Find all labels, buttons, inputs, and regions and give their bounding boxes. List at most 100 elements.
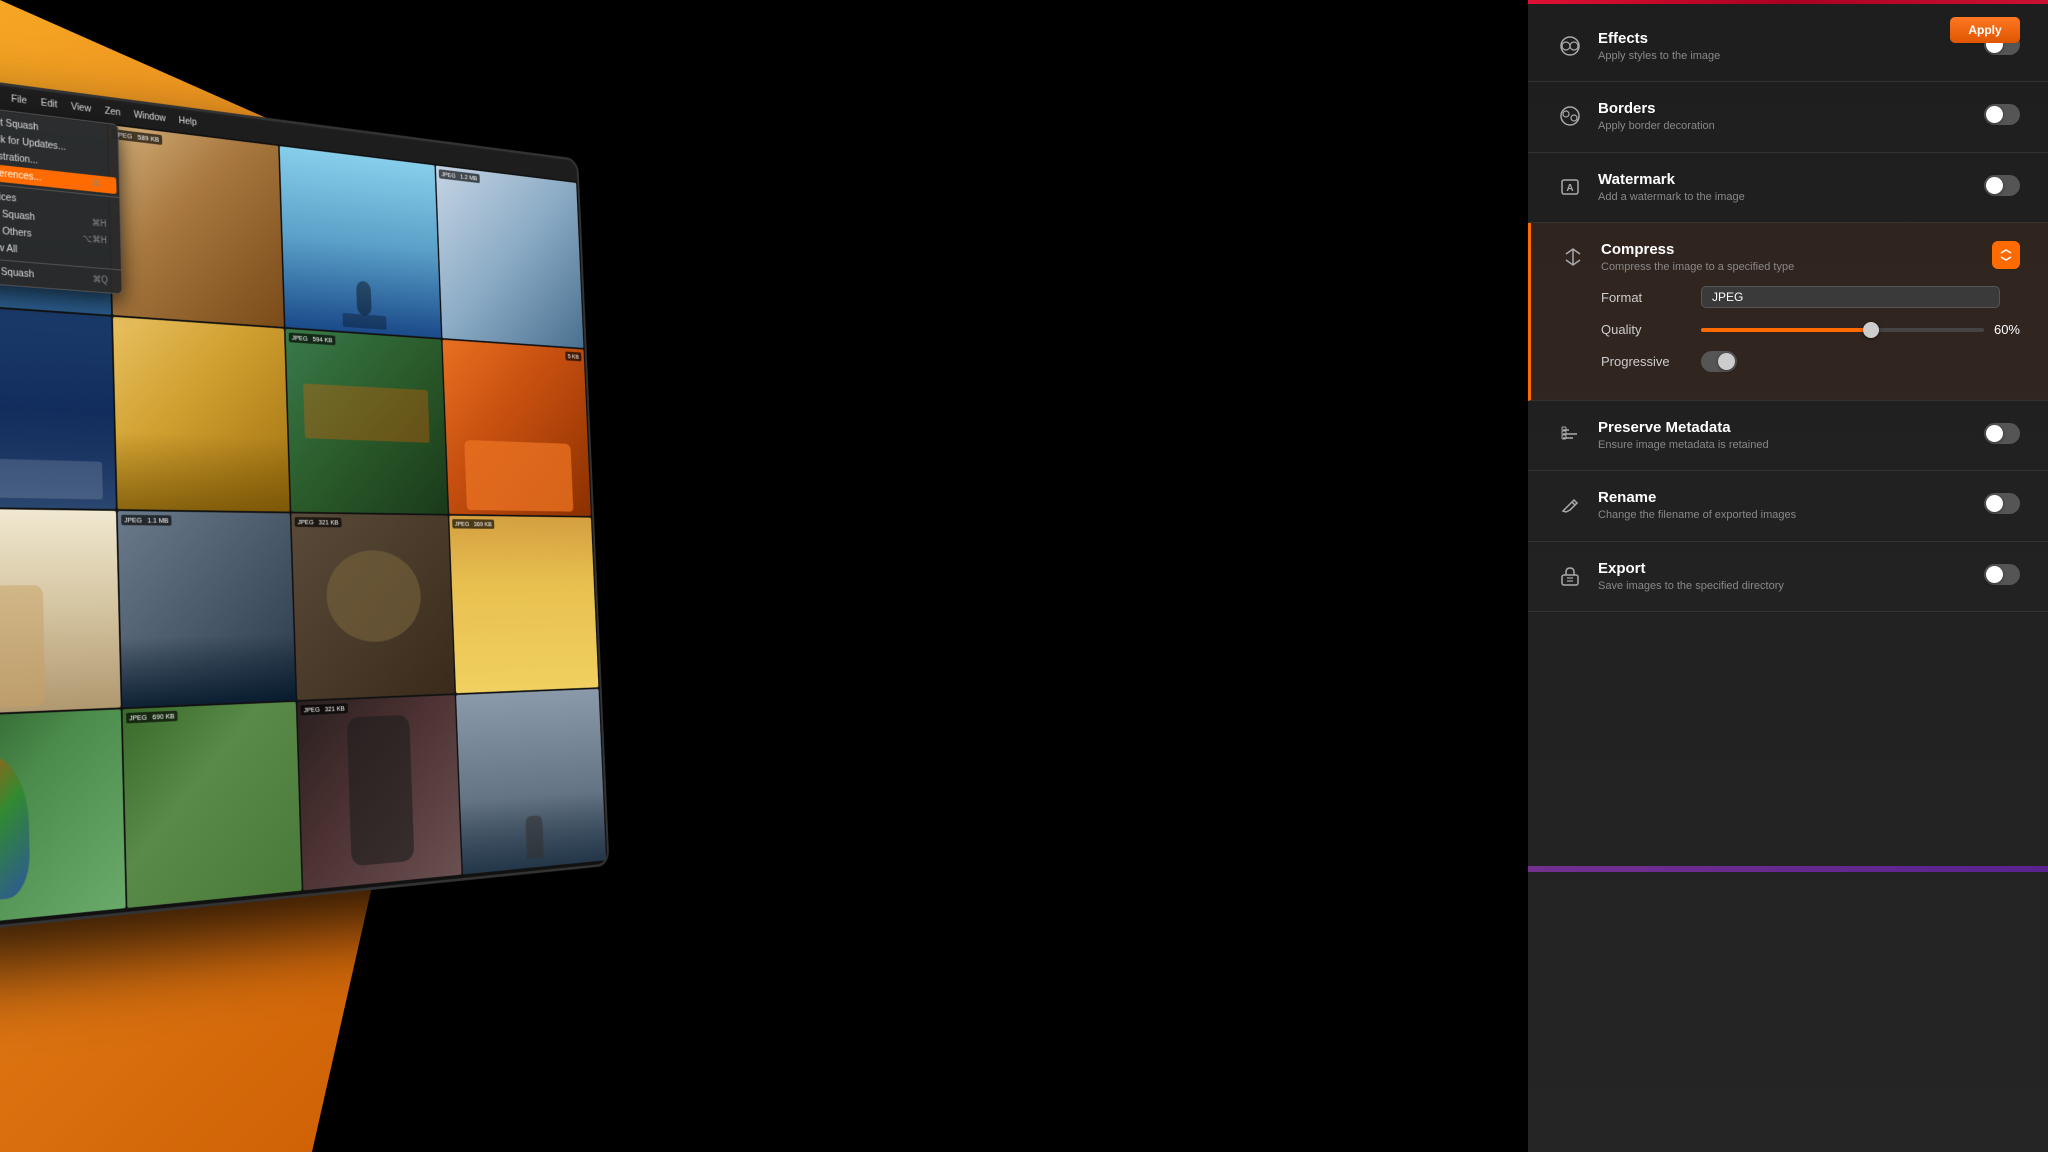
borders-header: Borders Apply border decoration — [1556, 100, 2020, 133]
menu-edit[interactable]: Edit — [41, 97, 58, 110]
export-content: Export Save images to the specified dire… — [1598, 560, 1970, 593]
cell-label-19: JPEG 348 KB — [307, 891, 355, 892]
laptop-screen:  Squash File Edit View Zen Window Help … — [0, 71, 610, 935]
svg-text:A: A — [1566, 183, 1573, 194]
effects-content: Effects Apply styles to the image — [1598, 30, 1970, 63]
compress-header: Compress Compress the image to a specifi… — [1559, 241, 2020, 274]
rename-icon — [1556, 491, 1584, 519]
grid-cell-2[interactable]: JPEG 589 KB — [108, 125, 284, 327]
preserve-metadata-content: Preserve Metadata Ensure image metadata … — [1598, 419, 1970, 452]
rename-section: Rename Change the filename of exported i… — [1528, 471, 2048, 541]
rename-toggle[interactable] — [1984, 493, 2020, 514]
export-toggle[interactable] — [1984, 564, 2020, 585]
borders-content: Borders Apply border decoration — [1598, 100, 1970, 133]
grid-cell-16[interactable] — [456, 688, 606, 874]
rename-subtitle: Change the filename of exported images — [1598, 508, 1970, 522]
cell-label-10: JPEG 1.1 MB — [121, 515, 172, 526]
effects-title: Effects — [1598, 30, 1970, 47]
grid-cell-14[interactable]: JPEG 690 KB — [122, 701, 302, 908]
grid-cell-6[interactable] — [112, 316, 289, 511]
cell-label-12: JPEG 369 KB — [452, 519, 495, 529]
rename-content: Rename Change the filename of exported i… — [1598, 489, 1970, 522]
watermark-content: Watermark Add a watermark to the image — [1598, 171, 1970, 204]
compress-title: Compress — [1601, 241, 1978, 258]
cell-label-11: JPEG 321 KB — [295, 517, 342, 527]
format-value: JPEG — [1712, 290, 1743, 304]
menu-item-hide-others-label: Hide Others — [0, 223, 32, 239]
borders-subtitle: Apply border decoration — [1598, 119, 1970, 133]
format-select[interactable]: JPEG — [1701, 286, 2000, 308]
cell-label-20: JPEG 1 MB — [466, 876, 504, 877]
watermark-toggle[interactable] — [1984, 175, 2020, 196]
watermark-subtitle: Add a watermark to the image — [1598, 190, 1970, 204]
quality-row: Quality 60% — [1601, 322, 2020, 337]
quality-label: Quality — [1601, 322, 1691, 337]
borders-toggle[interactable] — [1984, 104, 2020, 125]
hide-shortcut: ⌘H — [92, 218, 107, 230]
preferences-shortcut: ⌘, — [92, 178, 103, 189]
menu-file[interactable]: File — [11, 93, 27, 106]
preserve-metadata-header: Preserve Metadata Ensure image metadata … — [1556, 419, 2020, 452]
watermark-section: A Watermark Add a watermark to the image — [1528, 153, 2048, 223]
export-icon — [1556, 562, 1584, 590]
menu-item-preferences-label: Preferences... — [0, 166, 42, 184]
rename-header: Rename Change the filename of exported i… — [1556, 489, 2020, 522]
grid-cell-10[interactable]: JPEG 1.1 MB — [117, 511, 295, 707]
right-panel: Apply Effects Apply styles to the image — [1528, 0, 2048, 1152]
grid-cell-11[interactable]: JPEG 321 KB — [291, 513, 454, 699]
grid-cell-3[interactable] — [280, 146, 441, 337]
apply-button[interactable]: Apply — [1950, 17, 2020, 43]
watermark-icon: A — [1556, 173, 1584, 201]
squash-dropdown-menu: About Squash Check for Updates... Regist… — [0, 105, 122, 295]
compress-active-badge — [1992, 241, 2020, 269]
menu-window[interactable]: Window — [134, 109, 166, 124]
grid-cell-15[interactable]: JPEG 321 KB — [297, 695, 461, 891]
menu-view[interactable]: View — [71, 101, 91, 115]
format-label: Format — [1601, 290, 1691, 305]
menu-item-services-label: Services — [0, 189, 16, 204]
menu-zen[interactable]: Zen — [105, 105, 121, 118]
preserve-metadata-section: Preserve Metadata Ensure image metadata … — [1528, 401, 2048, 471]
grid-cell-9[interactable]: JPEG 453 KB — [0, 508, 120, 715]
cell-label-8: 5 KB — [565, 351, 582, 361]
compress-icon — [1559, 243, 1587, 271]
quality-fill — [1701, 328, 1871, 332]
preserve-metadata-icon — [1556, 421, 1584, 449]
grid-cell-4[interactable]: JPEG 1.2 MB — [436, 166, 584, 348]
grid-cell-7[interactable]: JPEG 594 KB — [285, 328, 447, 514]
menu-item-quit-label: Quit Squash — [0, 264, 34, 280]
quit-shortcut: ⌘Q — [93, 274, 108, 285]
grid-cell-13[interactable]: JPEG 437 KB — [0, 709, 125, 928]
menu-item-registration-label: Registration... — [0, 148, 38, 166]
preserve-metadata-subtitle: Ensure image metadata is retained — [1598, 438, 1970, 452]
preserve-metadata-toggle[interactable] — [1984, 423, 2020, 444]
grid-cell-5[interactable] — [0, 303, 115, 509]
export-subtitle: Save images to the specified directory — [1598, 579, 1970, 593]
progressive-label: Progressive — [1601, 354, 1691, 369]
grid-cell-12[interactable]: JPEG 369 KB — [449, 516, 598, 693]
cell-label-18: JPEG 521 KB — [131, 908, 184, 910]
progressive-row: Progressive — [1601, 351, 2020, 372]
compress-subtitle: Compress the image to a specified type — [1601, 260, 1978, 274]
borders-icon — [1556, 102, 1584, 130]
grid-cell-8[interactable]: 5 KB — [442, 339, 591, 516]
menu-item-hide-label: Hide Squash — [0, 206, 35, 223]
menu-item-show-all-label: Show All — [0, 241, 17, 256]
hide-others-shortcut: ⌥⌘H — [82, 233, 107, 245]
menu-help[interactable]: Help — [179, 115, 197, 128]
watermark-header: A Watermark Add a watermark to the image — [1556, 171, 2020, 204]
borders-section: Borders Apply border decoration — [1528, 82, 2048, 152]
progressive-toggle[interactable] — [1701, 351, 1737, 372]
format-row: Format JPEG — [1601, 286, 2020, 308]
export-title: Export — [1598, 560, 1970, 577]
laptop-display:  Squash File Edit View Zen Window Help … — [0, 71, 665, 1070]
quality-slider[interactable] — [1701, 328, 1984, 332]
export-header: Export Save images to the specified dire… — [1556, 560, 2020, 593]
quality-percent: 60% — [1994, 322, 2020, 337]
compress-section: Compress Compress the image to a specifi… — [1528, 223, 2048, 401]
menu-item-about-label: About Squash — [0, 114, 39, 133]
borders-title: Borders — [1598, 100, 1970, 117]
compress-content: Compress Compress the image to a specifi… — [1601, 241, 1978, 274]
quality-thumb[interactable] — [1863, 322, 1879, 338]
compress-controls: Format JPEG Quality 60% Progressive — [1559, 286, 2020, 372]
